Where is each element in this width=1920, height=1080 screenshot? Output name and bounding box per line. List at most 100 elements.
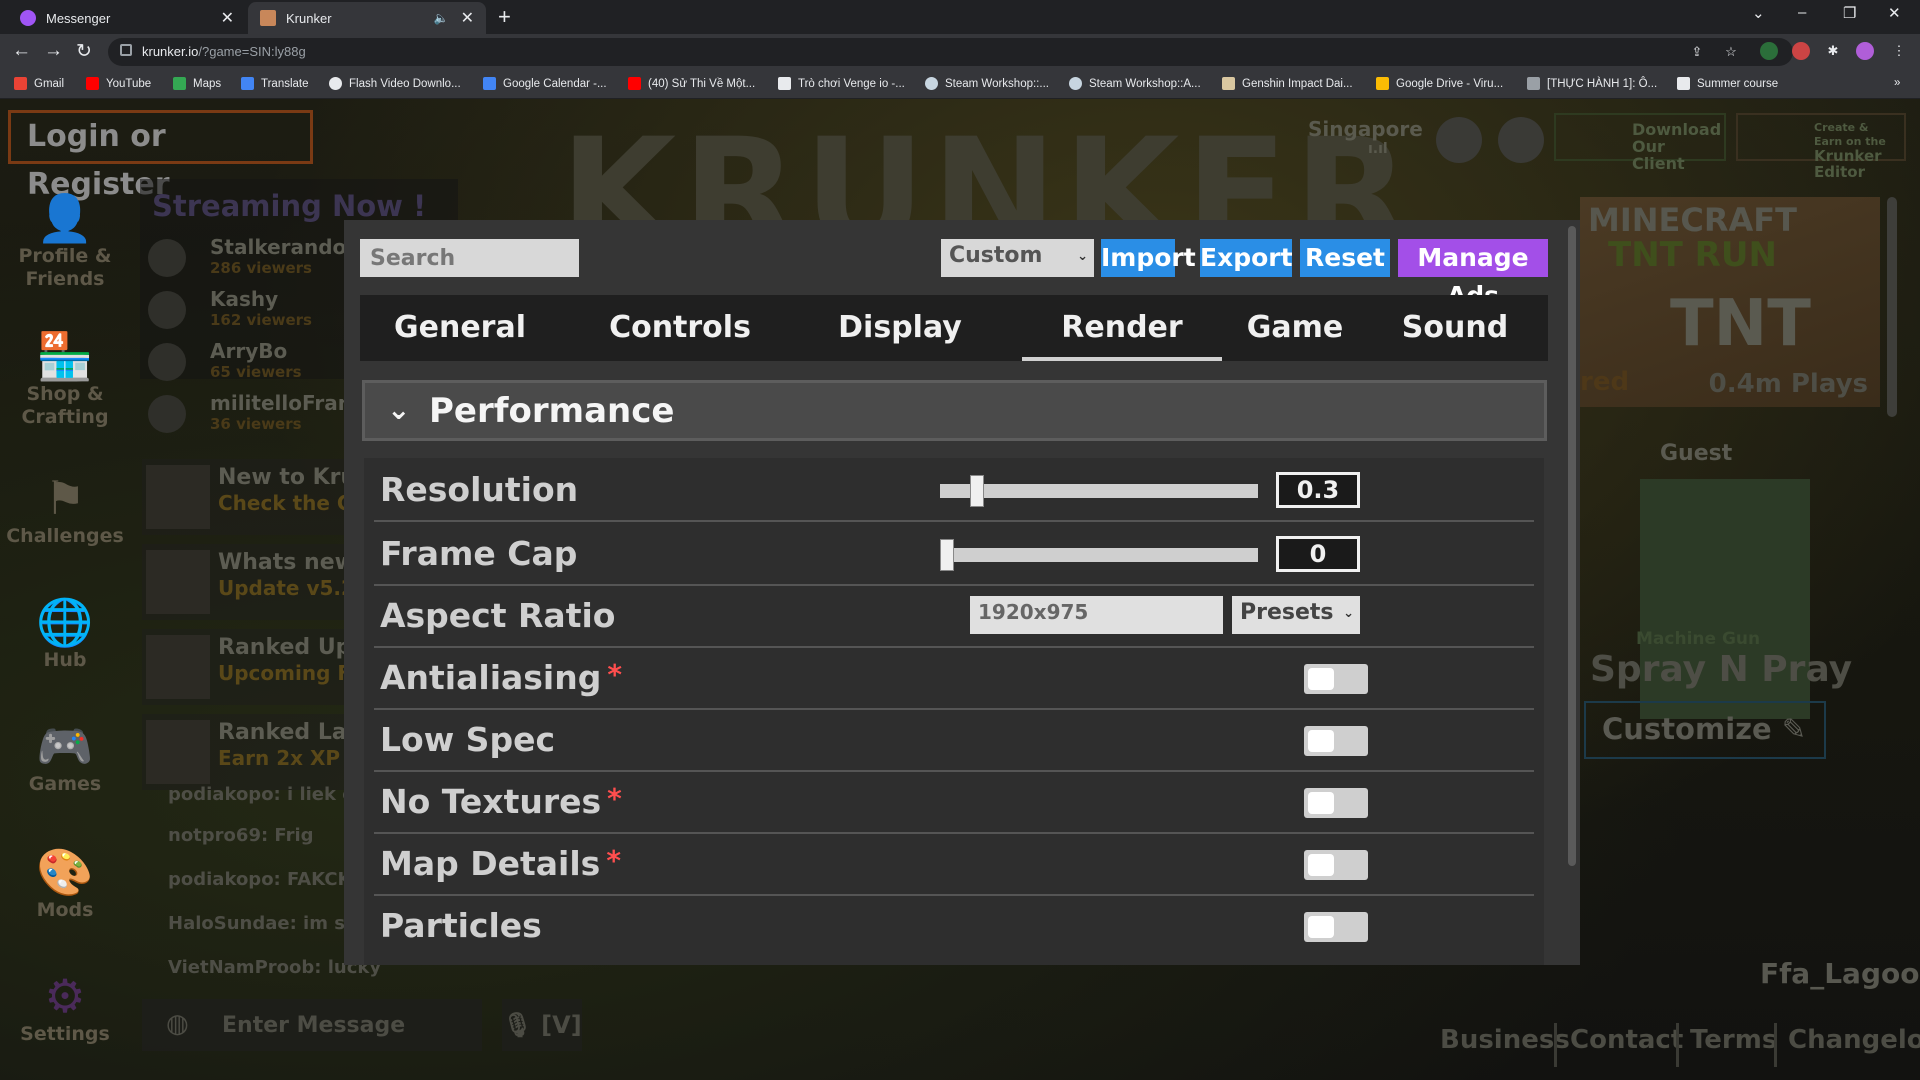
tab-game[interactable]: Game (1230, 295, 1360, 361)
setting-row-aspect: Aspect Ratio 1920x975 Presets ⌄ (374, 584, 1534, 648)
sidenav-shop[interactable]: 🏪 Shop & Crafting (0, 329, 130, 429)
tab-general[interactable]: General (360, 295, 560, 361)
footer-link[interactable]: Terms (1690, 1025, 1777, 1055)
bookmark[interactable]: Google Calendar -... (483, 77, 607, 90)
slider-thumb[interactable] (940, 539, 954, 571)
chevron-down-icon: ⌄ (1343, 606, 1354, 621)
footer-divider (1676, 1023, 1679, 1067)
bookmark[interactable]: Genshin Impact Dai... (1222, 77, 1353, 90)
bookmark[interactable]: [THỰC HÀNH 1]: Ô... (1527, 77, 1657, 90)
settings-search-input[interactable] (360, 239, 579, 277)
settings-panel: Resolution 0.3 Frame Cap 0 Aspect Ratio … (364, 458, 1544, 965)
sidenav-settings[interactable]: ⚙ Settings (0, 969, 130, 1046)
puzzle-icon[interactable]: ✱ (1824, 42, 1842, 60)
star-icon[interactable]: ☆ (1722, 43, 1740, 61)
bookmark[interactable]: Google Drive - Viru... (1376, 77, 1503, 90)
bookmark[interactable]: YouTube (86, 77, 151, 90)
bookmark[interactable]: Translate (241, 77, 309, 90)
bookmark[interactable]: Maps (173, 77, 221, 90)
aspect-ratio-input[interactable]: 1920x975 (970, 596, 1223, 634)
address-bar[interactable]: krunker.io/?game=SIN:ly88g ⇪ ☆ (108, 38, 1793, 66)
new-tab-button[interactable]: + (498, 4, 511, 30)
bookmark[interactable]: Trò chơi Venge io -... (778, 77, 905, 90)
notextures-toggle[interactable] (1304, 788, 1368, 818)
bookmark[interactable]: Flash Video Downlo... (329, 77, 461, 90)
reset-button[interactable]: Reset (1300, 239, 1390, 277)
modal-scrollbar[interactable] (1568, 226, 1576, 866)
manage-ads-button[interactable]: Manage Ads (1398, 239, 1548, 310)
resolution-value[interactable]: 0.3 (1276, 472, 1360, 508)
reddit-icon[interactable] (1498, 117, 1544, 163)
import-button[interactable]: Import (1101, 239, 1196, 277)
download-client-button[interactable]: Download Our Client (1554, 113, 1726, 172)
back-button[interactable]: ← (12, 40, 31, 62)
chat-input[interactable]: ◍ Enter Message (142, 999, 482, 1051)
mapdetails-toggle[interactable] (1304, 850, 1368, 880)
extension-icon[interactable] (1760, 42, 1778, 60)
tab-display[interactable]: Display (800, 295, 1000, 361)
close-tab-icon[interactable]: ✕ (461, 8, 474, 28)
forward-button[interactable]: → (44, 40, 63, 62)
genshin-icon (1222, 77, 1235, 90)
footer-link[interactable]: Contact (1570, 1025, 1683, 1055)
antialiasing-toggle[interactable] (1304, 664, 1368, 694)
tab-search-icon[interactable]: ⌄ (1752, 4, 1765, 22)
customize-button[interactable]: Customize ✎ (1584, 701, 1826, 759)
browser-toolbar: ← → ↻ krunker.io/?game=SIN:ly88g ⇪ ☆ ✱ ⋮ (0, 34, 1920, 70)
tab-messenger[interactable]: Messenger ✕ (8, 2, 246, 34)
menu-icon[interactable]: ⋮ (1890, 42, 1908, 60)
particles-toggle[interactable] (1304, 912, 1368, 942)
tab-krunker[interactable]: Krunker 🔈 ✕ (248, 2, 486, 34)
bookmark[interactable]: (40) Sử Thi Về Một... (628, 77, 755, 90)
profile-icon: 👤 (36, 191, 94, 245)
avatar (148, 291, 186, 329)
aspect-presets-select[interactable]: Presets ⌄ (1232, 596, 1360, 634)
minimize-button[interactable]: – (1798, 4, 1806, 21)
framecap-slider[interactable] (940, 539, 1258, 571)
framecap-value[interactable]: 0 (1276, 536, 1360, 572)
speaker-icon[interactable]: 🔈 (434, 11, 449, 25)
krunker-editor-button[interactable]: Create & Earn on the Krunker Editor (1736, 113, 1906, 180)
sidenav-challenges[interactable]: ⚑ Challenges (0, 471, 130, 548)
restore-button[interactable]: ❐ (1843, 4, 1856, 22)
slider-thumb[interactable] (970, 475, 984, 507)
close-tab-icon[interactable]: ✕ (221, 8, 234, 28)
profile-avatar[interactable] (1856, 42, 1874, 60)
bookmark[interactable]: Gmail (14, 77, 64, 90)
featured-map-card[interactable]: MINECRAFT TNT RUN TNT red 0.4m Plays (1580, 197, 1880, 407)
bookmark[interactable]: Summer course (1677, 77, 1778, 90)
bookmark[interactable]: Steam Workshop::A... (1069, 77, 1201, 90)
scrollbar[interactable] (1887, 197, 1897, 417)
bookmark[interactable]: Steam Workshop::... (925, 77, 1049, 90)
mic-muted-icon: 🎙 (502, 1011, 533, 1039)
sidenav-games[interactable]: 🎮 Games (0, 719, 130, 796)
tab-controls[interactable]: Controls (580, 295, 780, 361)
section-performance[interactable]: ⌄ Performance (362, 380, 1547, 441)
voice-chat-button[interactable]: 🎙 [V] (502, 999, 582, 1051)
sidenav-mods[interactable]: 🎨 Mods (0, 845, 130, 922)
login-register-button[interactable]: Login or Register (8, 110, 313, 202)
tab-sound[interactable]: Sound (1380, 295, 1530, 361)
reload-button[interactable]: ↻ (76, 40, 92, 63)
preset-select[interactable]: Custom ⌄ (941, 239, 1094, 277)
sidenav-profile[interactable]: 👤 Profile & Friends (0, 191, 130, 291)
close-window-button[interactable]: ✕ (1888, 4, 1901, 22)
resolution-slider[interactable] (940, 475, 1258, 507)
discord-icon[interactable] (1436, 117, 1482, 163)
tab-title: Messenger (46, 10, 111, 26)
more-bookmarks-icon[interactable]: » (1894, 77, 1900, 89)
setting-row-particles: Particles (374, 894, 1534, 956)
news-thumbnail (146, 465, 210, 529)
extension-icon[interactable] (1792, 42, 1810, 60)
footer-link[interactable]: Changelog (1788, 1025, 1920, 1055)
share-icon[interactable]: ⇪ (1688, 43, 1706, 61)
sidenav-hub[interactable]: 🌐 Hub (0, 595, 130, 672)
export-button[interactable]: Export (1200, 239, 1293, 277)
lowspec-toggle[interactable] (1304, 726, 1368, 756)
footer-link[interactable]: Business (1440, 1025, 1570, 1055)
youtube-icon (628, 77, 641, 90)
calendar-icon (483, 77, 496, 90)
tab-render[interactable]: Render (1022, 295, 1222, 361)
gear-icon: ⚙ (44, 969, 86, 1023)
url-text: krunker.io/?game=SIN:ly88g (142, 44, 306, 59)
